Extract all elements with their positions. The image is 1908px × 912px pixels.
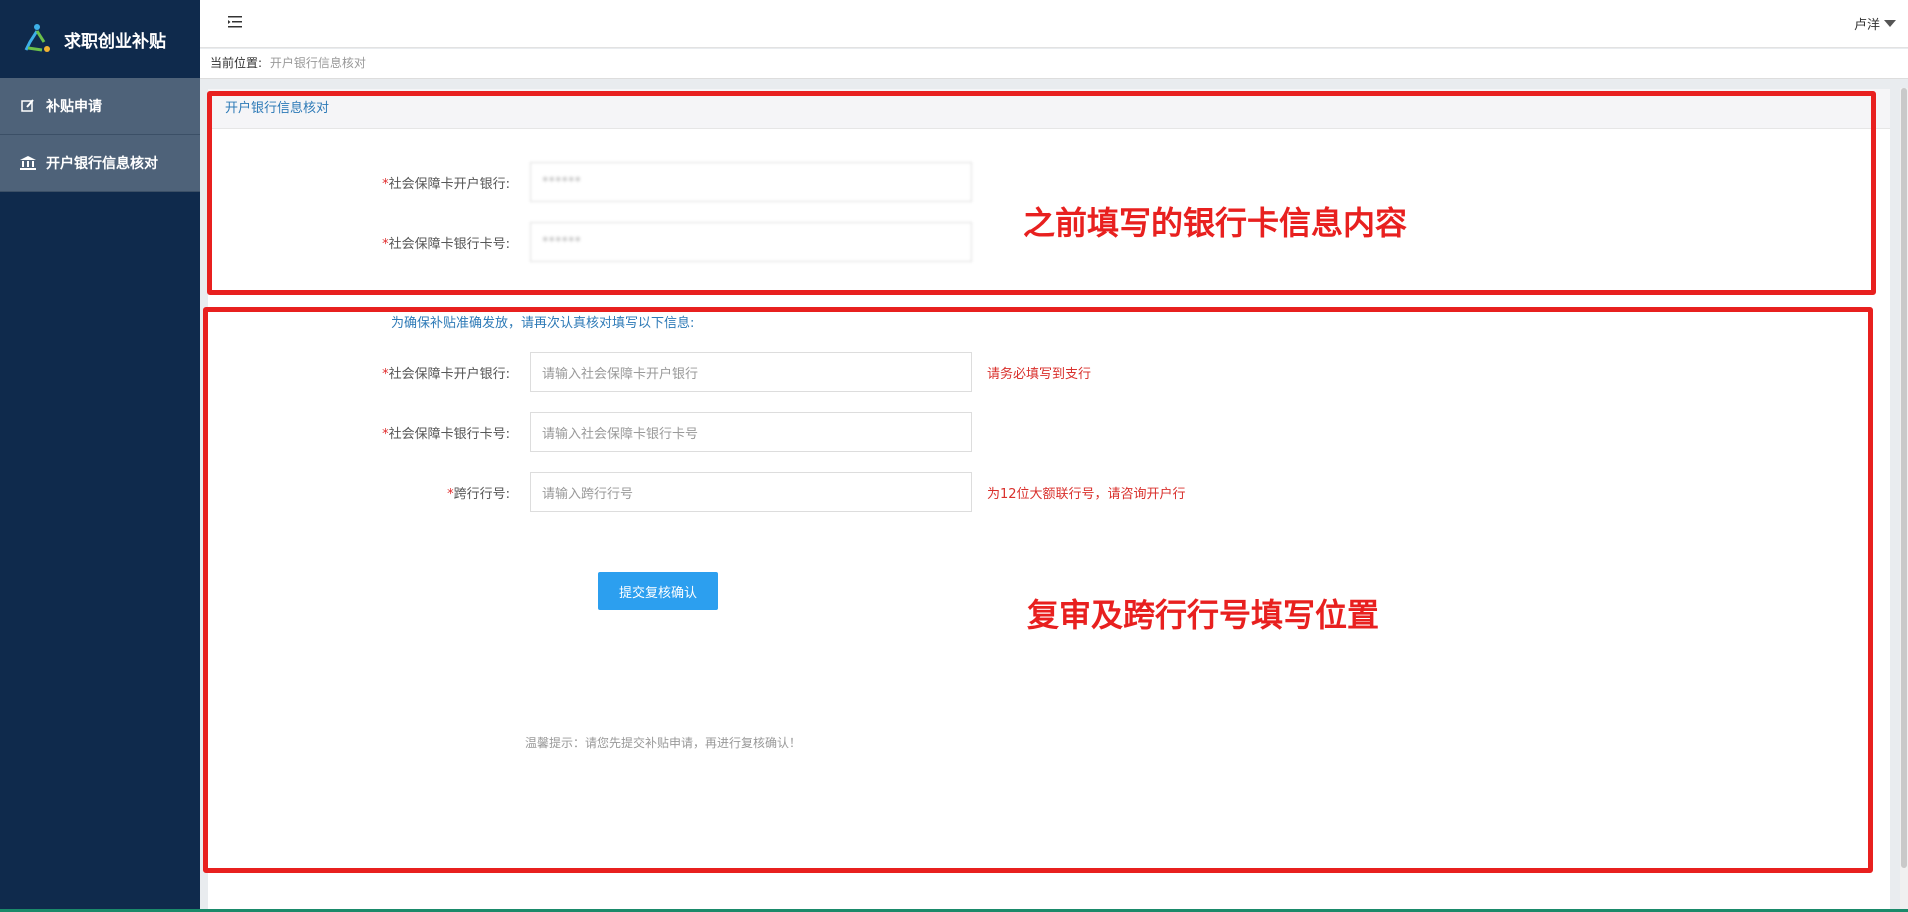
sidebar-item-label: 补贴申请 xyxy=(46,99,102,115)
sidebar-item-label: 开户银行信息核对 xyxy=(46,156,158,172)
logo-icon xyxy=(20,22,54,56)
sidebar-item-subsidy-apply[interactable]: 补贴申请 xyxy=(0,78,200,135)
menu-toggle-icon[interactable] xyxy=(228,14,246,32)
sidebar: 求职创业补贴 补贴申请 开户银行信息核对 xyxy=(0,0,200,912)
chevron-down-icon xyxy=(1884,20,1896,27)
breadcrumb-current[interactable]: 开户银行信息核对 xyxy=(270,56,366,70)
brand[interactable]: 求职创业补贴 xyxy=(0,0,200,78)
sidebar-item-bank-verify[interactable]: 开户银行信息核对 xyxy=(0,135,200,192)
breadcrumb: 当前位置: 开户银行信息核对 xyxy=(200,49,1908,79)
bank-icon xyxy=(20,155,36,171)
user-name: 卢洋 xyxy=(1853,18,1880,33)
breadcrumb-prefix: 当前位置: xyxy=(210,56,263,70)
edit-icon xyxy=(20,98,36,114)
scrollbar[interactable] xyxy=(1900,88,1908,912)
annotation-text-recheck: 复审及跨行行号填写位置 xyxy=(1027,596,1380,634)
user-menu[interactable]: 卢洋 xyxy=(1854,14,1896,33)
scrollbar-thumb[interactable] xyxy=(1901,88,1907,868)
brand-title: 求职创业补贴 xyxy=(64,31,166,52)
annotation-text-existing: 之前填写的银行卡信息内容 xyxy=(1023,204,1408,242)
annotation-box-existing xyxy=(207,91,1876,295)
topbar: 卢洋 xyxy=(200,0,1908,48)
